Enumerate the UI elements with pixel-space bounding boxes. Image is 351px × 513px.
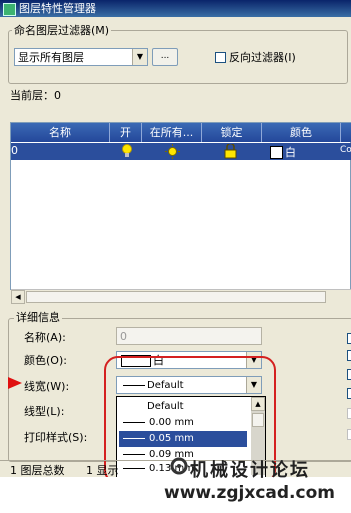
filter-group-title: 命名图层过滤器(M) xyxy=(12,24,112,37)
option-checkbox[interactable] xyxy=(347,333,351,344)
chevron-down-icon[interactable]: ▼ xyxy=(132,49,147,65)
status-shown: 1 显示 xyxy=(86,464,119,477)
watermark-logo-text: 机械设计论坛 xyxy=(190,460,310,481)
name-label: 名称(A): xyxy=(24,331,66,344)
layer-name-cell: 0 xyxy=(11,144,18,157)
lightbulb-icon[interactable] xyxy=(121,144,133,159)
layer-list-header: 名称 开 在所有... 锁定 颜色 xyxy=(11,123,351,142)
layer-color-cell: 白 xyxy=(285,146,296,159)
sun-icon[interactable] xyxy=(165,144,180,159)
option-checkbox[interactable] xyxy=(347,350,351,361)
watermark-url: www.zgjxcad.com xyxy=(164,483,335,503)
plotstyle-label: 打印样式(S): xyxy=(24,431,88,444)
color-swatch xyxy=(270,146,283,159)
gear-logo-icon xyxy=(170,457,188,475)
invert-filter-checkbox[interactable] xyxy=(215,52,226,63)
column-overflow xyxy=(341,123,351,142)
invert-filter-label: 反向过滤器(I) xyxy=(229,51,296,64)
name-field[interactable]: 0 xyxy=(116,327,262,345)
filter-combo[interactable]: 显示所有图层 ▼ xyxy=(14,48,148,66)
option-checkbox[interactable] xyxy=(347,429,351,440)
title-bar: 图层特性管理器 xyxy=(0,0,351,17)
name-field-value: 0 xyxy=(120,330,127,343)
horizontal-scrollbar[interactable]: ◀ xyxy=(11,289,351,304)
current-layer-label: 当前层：0 xyxy=(10,89,61,102)
column-on[interactable]: 开 xyxy=(110,123,142,142)
browse-button[interactable]: ... xyxy=(152,48,178,66)
option-checkbox[interactable] xyxy=(347,408,351,419)
column-color[interactable]: 颜色 xyxy=(262,123,341,142)
linetype-label: 线型(L): xyxy=(24,405,65,418)
layer-overflow-cell: Co xyxy=(340,145,351,155)
column-lock[interactable]: 锁定 xyxy=(202,123,262,142)
color-label: 颜色(O): xyxy=(24,354,67,367)
column-freeze-all[interactable]: 在所有... xyxy=(142,123,202,142)
padlock-icon[interactable] xyxy=(224,144,238,159)
details-group-title: 详细信息 xyxy=(14,311,62,324)
scroll-left-icon[interactable]: ◀ xyxy=(11,290,25,304)
filter-combo-value: 显示所有图层 xyxy=(18,51,84,64)
window-title: 图层特性管理器 xyxy=(19,2,96,15)
option-checkbox[interactable] xyxy=(347,388,351,399)
lineweight-label: 线宽(W): xyxy=(24,380,70,393)
table-row[interactable]: 0 白 Co xyxy=(11,143,351,160)
layer-manager-icon xyxy=(3,3,16,16)
option-checkbox[interactable] xyxy=(347,369,351,380)
column-name[interactable]: 名称 xyxy=(11,123,110,142)
status-total: 1 图层总数 xyxy=(10,464,65,477)
scroll-thumb[interactable] xyxy=(26,291,326,303)
red-triangle-arrow-icon xyxy=(8,377,22,389)
